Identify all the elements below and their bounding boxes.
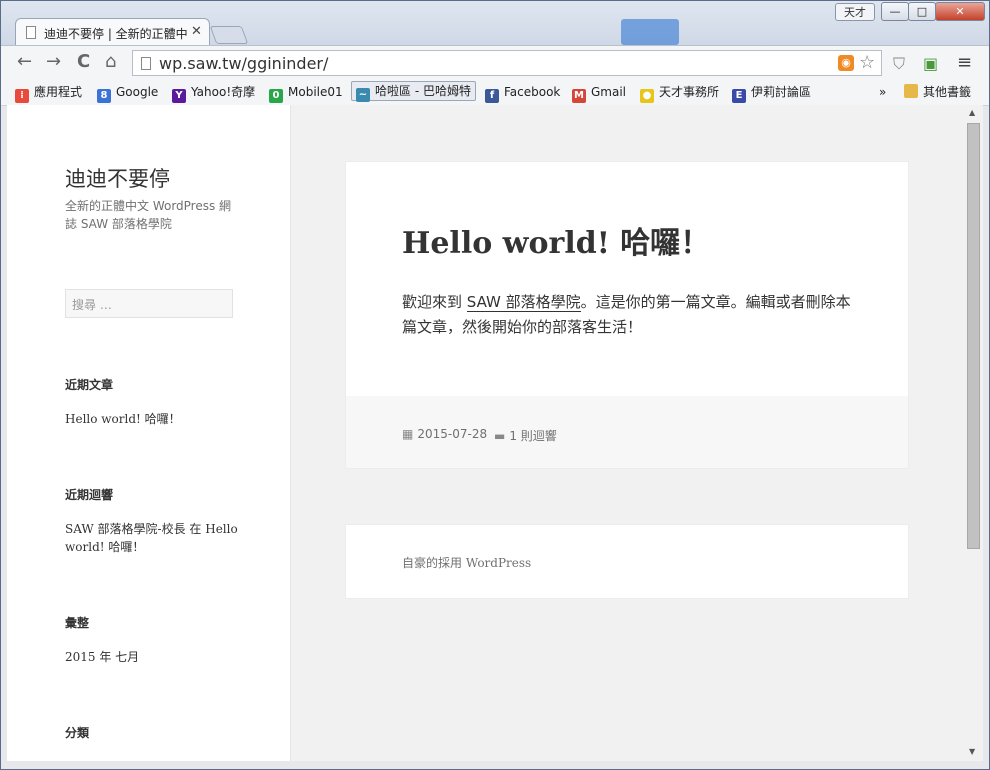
forward-arrow-icon[interactable]: →: [46, 51, 61, 72]
minimize-button[interactable]: —: [881, 2, 909, 21]
post-body-link[interactable]: SAW 部落格學院: [466, 293, 581, 312]
bookmark-google[interactable]: 8 Google: [97, 83, 158, 103]
archive-link[interactable]: 2015 年 七月: [65, 648, 240, 666]
bahamut-icon: ~: [356, 88, 370, 102]
menu-icon[interactable]: ≡: [957, 52, 972, 73]
post-body: 歡迎來到 SAW 部落格學院。這是你的第一篇文章。編輯或者刪除本篇文章，然後開始…: [402, 293, 851, 336]
shield-extension-icon[interactable]: ⛉: [893, 54, 905, 74]
bookmark-yahoo[interactable]: Y Yahoo!奇摩: [172, 83, 255, 103]
bookmark-apps[interactable]: ⁞ 應用程式: [15, 83, 82, 103]
folder-icon: [904, 84, 918, 98]
browser-window: 迪迪不要停 | 全新的正體中 ✕ 天才 — □ ✕ ← → C ⌂ wp.saw…: [0, 0, 990, 770]
recent-comment-link[interactable]: SAW 部落格學院-校長 在 Hello world! 哈囉！: [65, 520, 240, 556]
scrollbar-thumb[interactable]: [967, 123, 980, 549]
bookmark-eyny[interactable]: E 伊莉討論區: [732, 83, 811, 103]
categories-title: 分類: [65, 726, 90, 740]
new-tab-button[interactable]: [209, 26, 249, 44]
tab-close-icon[interactable]: ✕: [191, 24, 202, 39]
maximize-button[interactable]: □: [908, 2, 936, 21]
other-bookmarks[interactable]: 其他書籤: [904, 83, 971, 101]
post-comments-link[interactable]: ▬ 1 則迴響: [494, 427, 557, 444]
rss-icon[interactable]: ◉: [838, 55, 854, 71]
background-highlight: [621, 19, 679, 45]
page-icon: [141, 57, 151, 70]
bookmarks-bar: ⁞ 應用程式 8 Google Y Yahoo!奇摩 0 Mobile01 ~ 哈啦區 -…: [1, 79, 989, 106]
page-viewport: 迪迪不要停 全新的正體中文 WordPress 網誌 SAW 部落格學院 搜尋 …: [7, 105, 983, 761]
reload-icon[interactable]: C: [77, 51, 90, 72]
post-footer: ▦ 2015-07-28 ▬ 1 則迴響: [346, 396, 908, 468]
facebook-icon: f: [485, 89, 499, 103]
footer-credit[interactable]: 自豪的採用 WordPress: [402, 554, 531, 571]
post-date[interactable]: ▦ 2015-07-28: [402, 427, 487, 441]
title-bar: 迪迪不要停 | 全新的正體中 ✕ 天才 — □ ✕: [1, 1, 989, 46]
bookmark-gmail[interactable]: M Gmail: [572, 83, 626, 103]
recent-posts-title: 近期文章: [65, 378, 114, 392]
comment-icon: ▬: [494, 429, 506, 443]
eyny-icon: E: [732, 89, 746, 103]
url-text[interactable]: wp.saw.tw/ggininder/: [159, 54, 328, 73]
browser-tab[interactable]: 迪迪不要停 | 全新的正體中 ✕: [15, 18, 210, 46]
browser-toolbar: ← → C ⌂ wp.saw.tw/ggininder/ ◉ ☆ ⛉ ▣ ≡: [1, 45, 989, 80]
bookmark-bahamut[interactable]: ~ 哈啦區 - 巴哈姆特: [351, 81, 476, 102]
calendar-icon: ▦: [402, 427, 414, 441]
back-arrow-icon[interactable]: ←: [17, 51, 32, 72]
bookmark-star-icon[interactable]: ☆: [859, 52, 875, 73]
home-icon[interactable]: ⌂: [105, 51, 116, 72]
bookmark-mobile01[interactable]: 0 Mobile01: [269, 83, 343, 103]
bookmark-genius-office[interactable]: ● 天才事務所: [640, 83, 719, 103]
site-description: 全新的正體中文 WordPress 網誌 SAW 部落格學院: [65, 199, 232, 231]
user-profile-badge[interactable]: 天才: [835, 3, 875, 21]
scroll-down-arrow-icon[interactable]: ▼: [969, 747, 975, 756]
google-icon: 8: [97, 89, 111, 103]
vertical-scrollbar[interactable]: ▲ ▼: [965, 105, 983, 761]
yahoo-icon: Y: [172, 89, 186, 103]
recent-post-link[interactable]: Hello world! 哈囉！: [65, 410, 240, 428]
recent-comments-title: 近期迴響: [65, 488, 114, 502]
post-title[interactable]: Hello world! 哈囉！: [402, 218, 710, 262]
bookmarks-overflow-icon[interactable]: »: [879, 83, 886, 101]
search-input[interactable]: 搜尋 …: [65, 289, 233, 318]
mobile01-icon: 0: [269, 89, 283, 103]
bookmark-facebook[interactable]: f Facebook: [485, 83, 560, 103]
tab-title: 迪迪不要停 | 全新的正體中: [44, 27, 188, 41]
scroll-up-arrow-icon[interactable]: ▲: [969, 108, 975, 117]
apps-icon: ⁞: [15, 89, 29, 103]
gmail-icon: M: [572, 89, 586, 103]
address-bar[interactable]: wp.saw.tw/ggininder/ ◉ ☆: [132, 50, 882, 76]
sidebar: 迪迪不要停 全新的正體中文 WordPress 網誌 SAW 部落格學院 搜尋 …: [7, 105, 291, 761]
page-icon: [26, 26, 36, 39]
archives-title: 彙整: [65, 616, 90, 630]
doc-extension-icon[interactable]: ▣: [923, 54, 938, 73]
close-window-button[interactable]: ✕: [935, 2, 985, 21]
site-footer: 自豪的採用 WordPress: [345, 524, 909, 599]
lightbulb-icon: ●: [640, 89, 654, 103]
site-title[interactable]: 迪迪不要停: [65, 163, 170, 193]
post-card: Hello world! 哈囉！ 歡迎來到 SAW 部落格學院。這是你的第一篇文…: [345, 161, 909, 469]
